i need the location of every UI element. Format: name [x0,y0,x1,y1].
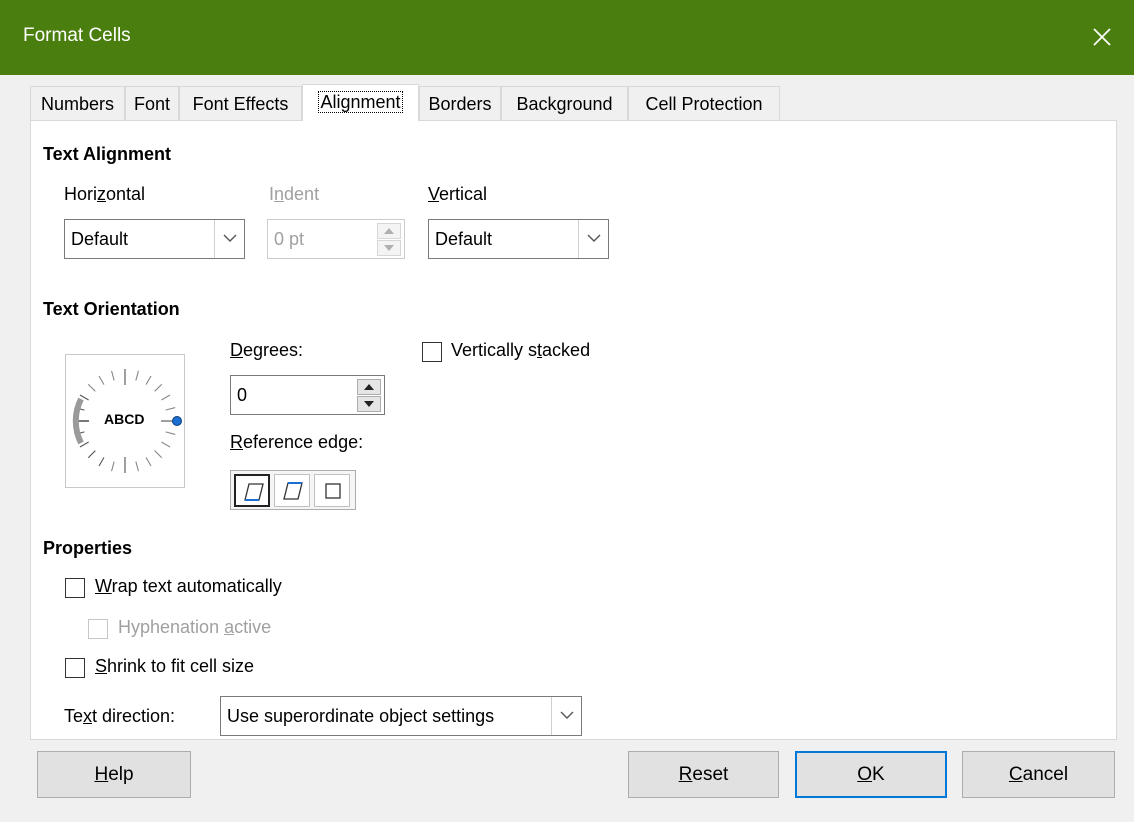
vertical-value: Default [435,229,493,249]
tab-borders[interactable]: Borders [419,86,501,120]
text-orientation-heading: Text Orientation [43,299,180,319]
reference-edge-top-icon [283,482,303,500]
tab-font[interactable]: Font [125,86,179,120]
text-direction-select[interactable]: Use superordinate object settings [220,696,582,736]
tab-label: Font [133,94,171,114]
tab-label: Alignment [318,91,403,113]
vertically-stacked-label: Vertically stacked [451,340,591,360]
wrap-text-checkbox[interactable] [65,578,85,598]
tab-label: Borders [428,94,492,114]
indent-down-button [377,240,401,256]
reference-edge-bottom-button[interactable] [234,474,270,507]
degrees-down-button[interactable] [357,396,381,412]
degrees-spinbox[interactable]: 0 [230,375,385,415]
reference-edge-group [230,470,356,510]
shrink-to-fit-checkbox[interactable] [65,658,85,678]
dial-tick [111,370,115,381]
vertical-select[interactable]: Default [428,219,609,259]
properties-heading: Properties [43,538,133,558]
tab-alignment[interactable]: Alignment [302,84,419,121]
dial-tick [161,441,171,448]
reference-edge-inside-button[interactable] [314,474,350,507]
dial-tick [135,370,139,381]
dial-tick [165,407,176,411]
ok-button[interactable]: OK [795,751,947,798]
wrap-text-label: Wrap text automatically [95,576,282,596]
triangle-up-icon [384,228,394,234]
shrink-to-fit-label: Shrink to fit cell size [95,656,255,676]
vertical-label: Vertical [428,184,488,204]
reference-edge-top-button[interactable] [274,474,310,507]
help-button[interactable]: Help [37,751,191,798]
dial-tick [111,461,115,472]
horizontal-select[interactable]: Default [64,219,245,259]
reference-edge-label: Reference edge: [230,432,364,452]
indent-spinbox: 0 pt [267,219,405,259]
dial-tick [145,375,152,385]
dial-tick [165,431,176,435]
dial-tick [154,450,163,459]
tab-background[interactable]: Background [501,86,628,120]
triangle-down-icon [384,245,394,251]
horizontal-value: Default [71,229,129,249]
hyphenation-label: Hyphenation active [118,617,272,637]
vertically-stacked-checkbox[interactable] [422,342,442,362]
close-icon [1093,28,1111,46]
vertical-dropdown-button[interactable] [578,220,608,258]
text-direction-label: Text direction: [64,706,176,726]
tab-label: Numbers [40,94,115,114]
reference-edge-bottom-icon [244,483,264,501]
triangle-down-icon [364,401,374,407]
dial-tick [87,383,96,392]
cancel-button[interactable]: Cancel [962,751,1115,798]
reference-edge-inside-icon [325,483,341,499]
dial-tick [87,450,96,459]
dial-tick [161,394,171,401]
dial-tick [98,375,105,385]
horizontal-dropdown-button[interactable] [214,220,244,258]
reset-button[interactable]: Reset [628,751,779,798]
dial-indicator[interactable] [172,416,182,426]
tab-label: Background [516,94,613,114]
tab-numbers[interactable]: Numbers [30,86,125,120]
hyphenation-checkbox [88,619,108,639]
title-bar: Format Cells [0,0,1134,75]
degrees-up-button[interactable] [357,379,381,395]
dial-tick [98,457,105,467]
chevron-down-icon [560,711,574,719]
triangle-up-icon [364,384,374,390]
chevron-down-icon [587,234,601,242]
dial-tick [145,457,152,467]
tab-cell-protection[interactable]: Cell Protection [628,86,780,120]
tab-font-effects[interactable]: Font Effects [179,86,302,120]
indent-label: Indent [269,184,320,204]
degrees-value: 0 [237,385,248,405]
text-alignment-heading: Text Alignment [43,144,172,164]
tab-label: Font Effects [192,94,289,114]
text-direction-dropdown-button[interactable] [551,697,581,735]
dial-sample-text: ABCD [104,411,145,427]
horizontal-label: Horizontal [64,184,146,204]
indent-up-button [377,223,401,239]
text-direction-value: Use superordinate object settings [227,706,495,726]
orientation-dial[interactable]: ABCD [65,354,185,488]
window-title: Format Cells [23,25,131,46]
dial-tick [154,383,163,392]
tab-label: Cell Protection [645,94,763,114]
close-button[interactable] [1072,0,1134,75]
dial-tick [135,461,139,472]
chevron-down-icon [223,234,237,242]
degrees-label: Degrees: [230,340,304,360]
alignment-panel: Text Alignment Horizontal Default Indent… [30,120,1117,740]
indent-value: 0 pt [274,229,305,249]
